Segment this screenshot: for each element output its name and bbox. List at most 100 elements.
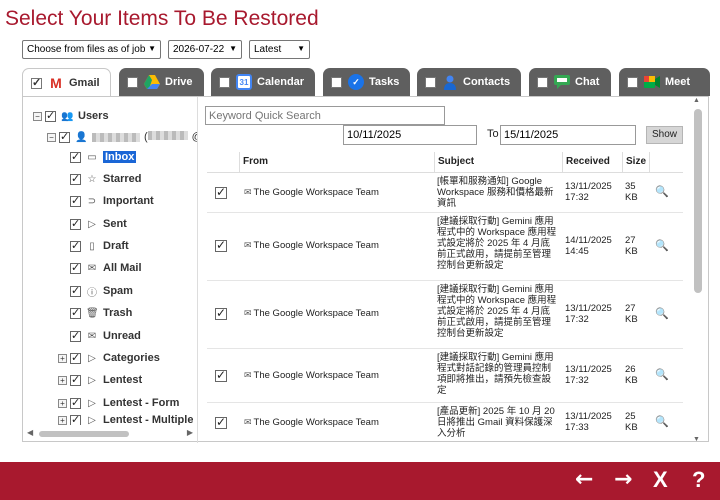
tree-node-sent[interactable]: ▷ Sent (70, 215, 127, 233)
expand-icon[interactable]: + (58, 398, 67, 408)
tab-contacts[interactable]: Contacts (417, 68, 521, 96)
scroll-thumb[interactable] (694, 109, 702, 293)
back-button[interactable]: ← (575, 467, 593, 492)
tree-node-starred[interactable]: ☆ Starred (70, 170, 142, 188)
preview-icon[interactable]: 🔍 (655, 415, 669, 428)
tree-horizontal-scrollbar[interactable]: ◀ ▶ (25, 428, 195, 440)
table-row[interactable]: ✉The Google Workspace Team [建議採取行動] Gemi… (207, 213, 683, 281)
tree-node-draft[interactable]: ▯ Draft (70, 237, 129, 255)
tab-contacts-checkbox[interactable] (425, 76, 436, 88)
header-actions (649, 152, 683, 173)
row-from: ✉ The Google Workspace Team (244, 370, 434, 381)
help-button[interactable]: ? (692, 467, 705, 493)
row-from-text: The Google Workspace Team (253, 308, 379, 319)
show-button[interactable]: Show (646, 126, 683, 144)
row-checkbox[interactable] (215, 368, 227, 382)
tab-gmail[interactable]: M Gmail (22, 68, 111, 97)
tree-checkbox[interactable] (45, 109, 56, 122)
preview-icon[interactable]: 🔍 (655, 368, 669, 381)
tree-checkbox[interactable] (70, 172, 81, 185)
pane-divider[interactable] (197, 97, 198, 443)
tree-checkbox[interactable] (70, 396, 81, 409)
tree-checkbox[interactable] (70, 415, 81, 425)
tab-chat-checkbox[interactable] (537, 76, 548, 88)
row-checkbox[interactable] (215, 185, 227, 199)
tree-checkbox[interactable] (70, 194, 81, 207)
tree-node-users[interactable]: − 👥 Users (33, 107, 109, 125)
tree-node-trash[interactable]: 🗑 Trash (70, 304, 132, 322)
tree-node-inbox[interactable]: ▭ Inbox (70, 148, 137, 166)
envelope-icon: ✉ (244, 417, 252, 427)
tree-checkbox[interactable] (70, 284, 81, 297)
tab-drive[interactable]: Drive (119, 68, 204, 96)
header-size[interactable]: Size (622, 152, 649, 173)
source-select[interactable]: Choose from files as of job ▼ (22, 40, 161, 59)
tree-checkbox[interactable] (70, 373, 81, 386)
row-subject: [建議採取行動] Gemini 應用程式中的 Workspace 應用程式設定將… (437, 284, 557, 339)
row-checkbox[interactable] (215, 415, 227, 429)
table-row[interactable]: ✉The Google Workspace Team [建議採取行動] Gemi… (207, 349, 683, 403)
tab-tasks-checkbox[interactable] (331, 76, 342, 88)
table-row[interactable]: ✉The Google Workspace Team [建議採取行動] Gemi… (207, 281, 683, 349)
row-checkbox[interactable] (215, 238, 227, 252)
tree-checkbox[interactable] (70, 306, 81, 319)
tab-label: Calendar (257, 76, 305, 88)
tab-chat[interactable]: Chat (529, 68, 611, 96)
expand-icon[interactable]: + (58, 353, 67, 363)
scroll-right-icon[interactable]: ▶ (187, 428, 193, 437)
tree-node-important[interactable]: ⊃ Important (70, 192, 154, 210)
envelope-icon: ✉ (244, 240, 252, 250)
expand-icon[interactable]: + (58, 415, 67, 425)
tab-gmail-checkbox[interactable] (31, 76, 42, 89)
tab-calendar-checkbox[interactable] (219, 76, 230, 88)
row-size: 27 KB (625, 303, 638, 325)
date-select[interactable]: 2026-07-22 ▼ (168, 40, 242, 59)
expand-icon[interactable]: + (58, 375, 67, 385)
tree-checkbox[interactable] (70, 239, 81, 252)
header-subject[interactable]: Subject (434, 152, 562, 173)
close-button[interactable]: X (653, 467, 668, 493)
row-checkbox[interactable] (215, 306, 227, 320)
tree-node-lentest-form[interactable]: + ▷ Lentest - Form (58, 394, 179, 412)
collapse-icon[interactable]: − (47, 132, 56, 142)
tab-meet[interactable]: Meet (619, 68, 710, 96)
tree-checkbox[interactable] (70, 217, 81, 230)
scroll-up-icon[interactable]: ▲ (693, 97, 700, 104)
scroll-down-icon[interactable]: ▼ (693, 436, 700, 443)
tree-checkbox[interactable] (70, 329, 81, 342)
preview-icon[interactable]: 🔍 (655, 239, 669, 252)
tree-node-lentest[interactable]: + ▷ Lentest (58, 371, 142, 389)
table-row[interactable]: ✉The Google Workspace Team [帳單和服務通知] Goo… (207, 173, 683, 213)
scroll-thumb[interactable] (39, 431, 129, 437)
tab-meet-checkbox[interactable] (627, 76, 638, 88)
table-row[interactable]: ✉The Google Workspace Team [產品更新] 2025 年… (207, 403, 683, 442)
tab-calendar[interactable]: 31 Calendar (211, 68, 315, 96)
table-vertical-scrollbar[interactable]: ▲ ▼ (693, 97, 703, 443)
collapse-icon[interactable]: − (33, 111, 42, 121)
preview-icon[interactable]: 🔍 (655, 185, 669, 198)
preview-icon[interactable]: 🔍 (655, 307, 669, 320)
header-received[interactable]: Received (562, 152, 622, 173)
tree-node-all-mail[interactable]: ✉ All Mail (70, 259, 142, 277)
tree-checkbox[interactable] (70, 351, 81, 364)
tab-tasks[interactable]: ✓ Tasks (323, 68, 410, 96)
tree-checkbox[interactable] (59, 130, 70, 143)
row-received: 13/11/2025 17:32 (565, 181, 612, 203)
version-select[interactable]: Latest ▼ (249, 40, 310, 59)
scroll-left-icon[interactable]: ◀ (27, 428, 33, 437)
to-label: To (487, 128, 499, 140)
to-date-field[interactable]: 15/11/2025 (500, 125, 636, 145)
tree-label: Trash (103, 307, 133, 319)
tree-node-lentest-multiple[interactable]: + ▷ Lentest - Multiple (58, 415, 193, 425)
tree-checkbox[interactable] (70, 150, 81, 163)
tree-node-unread[interactable]: ✉ Unread (70, 327, 141, 345)
from-date-field[interactable]: 10/11/2025 (343, 125, 477, 145)
tab-drive-checkbox[interactable] (127, 76, 138, 88)
forward-button[interactable]: → (614, 467, 632, 492)
header-from[interactable]: From (239, 152, 417, 173)
keyword-search-input[interactable] (205, 106, 445, 125)
tree-checkbox[interactable] (70, 261, 81, 274)
tree-node-user[interactable]: − 👤 (@a (47, 128, 197, 146)
tree-node-spam[interactable]: ⓘ Spam (70, 282, 133, 300)
tree-node-categories[interactable]: + ▷ Categories (58, 349, 160, 367)
